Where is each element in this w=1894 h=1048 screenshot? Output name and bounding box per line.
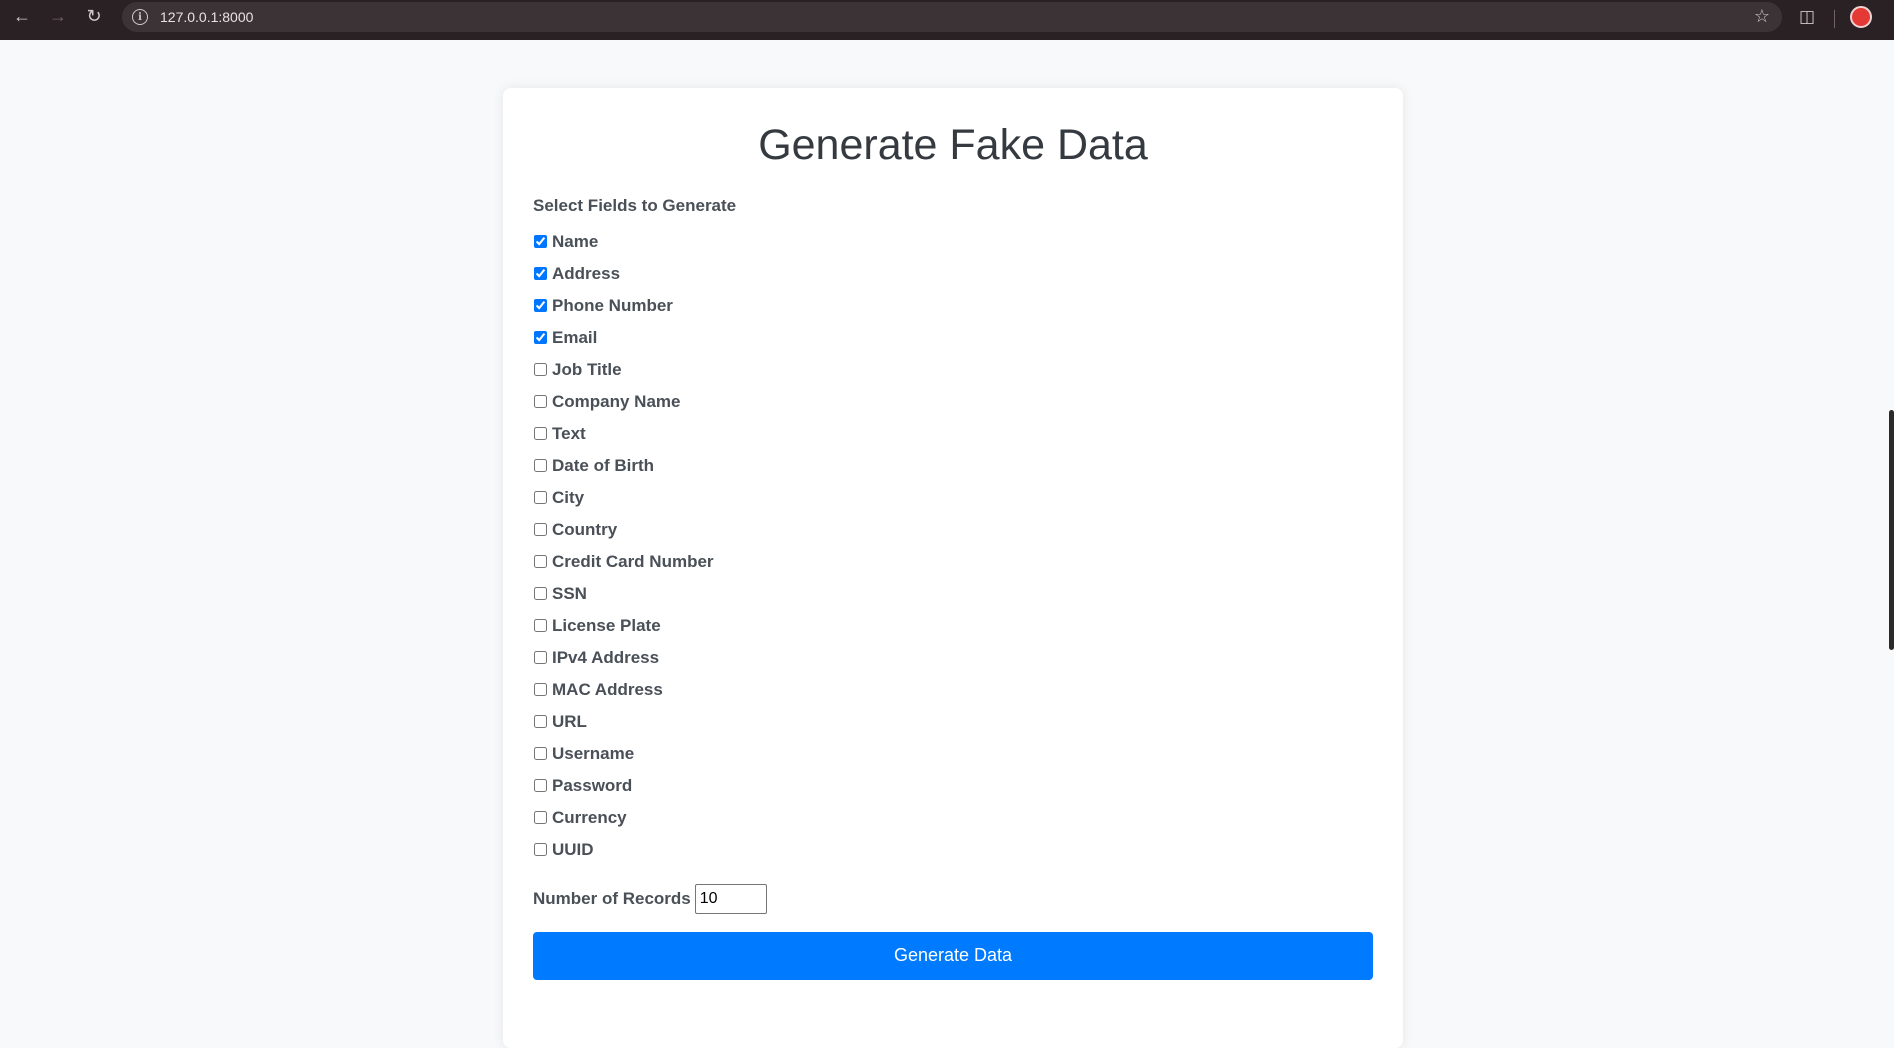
reload-button[interactable]: ↻: [76, 0, 112, 32]
field-option[interactable]: Job Title: [533, 354, 1373, 386]
field-label: Company Name: [552, 391, 681, 411]
generate-data-button[interactable]: Generate Data: [533, 931, 1373, 980]
field-label: URL: [552, 711, 587, 731]
records-row: Number of Records: [533, 883, 1373, 914]
field-option[interactable]: IPv4 Address: [533, 642, 1373, 674]
field-label: Country: [552, 519, 618, 539]
records-input[interactable]: [694, 883, 767, 914]
field-checkbox[interactable]: [534, 843, 547, 857]
field-label: Text: [552, 423, 586, 443]
field-label: Email: [552, 327, 598, 347]
site-info-icon[interactable]: i: [132, 9, 148, 25]
page-title: Generate Fake Data: [758, 121, 1148, 169]
field-option[interactable]: Email: [533, 322, 1373, 354]
field-label: Date of Birth: [552, 455, 654, 475]
records-label: Number of Records: [533, 888, 691, 908]
field-option[interactable]: City: [533, 482, 1373, 514]
field-option[interactable]: Password: [533, 770, 1373, 802]
star-icon[interactable]: ☆: [1754, 6, 1770, 27]
field-option[interactable]: SSN: [533, 578, 1373, 610]
field-checkbox[interactable]: [534, 683, 547, 697]
field-label: Password: [552, 775, 633, 795]
field-option[interactable]: Name: [533, 226, 1373, 258]
field-option[interactable]: MAC Address: [533, 674, 1373, 706]
scrollbar-thumb[interactable]: [1889, 410, 1894, 650]
field-checkbox[interactable]: [534, 555, 547, 569]
field-label: UUID: [552, 839, 594, 859]
field-label: City: [552, 487, 585, 507]
field-label: IPv4 Address: [552, 647, 660, 667]
field-checkbox[interactable]: [534, 651, 547, 665]
field-checkbox[interactable]: [534, 715, 547, 729]
field-label: Address: [552, 263, 621, 283]
field-checkbox[interactable]: [534, 427, 547, 441]
profile-avatar[interactable]: [1850, 6, 1872, 28]
field-checkbox[interactable]: [534, 235, 547, 249]
field-option[interactable]: Currency: [533, 802, 1373, 834]
field-checkbox[interactable]: [534, 299, 547, 313]
field-option[interactable]: Credit Card Number: [533, 546, 1373, 578]
browser-toolbar: ← → ↻ i 127.0.0.1:8000 ☆ ◫: [0, 0, 1894, 40]
field-option[interactable]: Address: [533, 258, 1373, 290]
field-checkbox[interactable]: [534, 779, 547, 793]
field-option[interactable]: License Plate: [533, 610, 1373, 642]
field-checkbox[interactable]: [534, 395, 547, 409]
field-checkbox[interactable]: [534, 491, 547, 505]
field-checkbox[interactable]: [534, 811, 547, 825]
field-label: Name: [552, 231, 599, 251]
field-option[interactable]: Text: [533, 418, 1373, 450]
field-label: SSN: [552, 583, 587, 603]
fields-section-label: Select Fields to Generate: [533, 195, 737, 215]
back-button[interactable]: ←: [4, 0, 40, 32]
field-checkbox[interactable]: [534, 619, 547, 633]
arrow-left-icon: ←: [13, 5, 31, 26]
address-bar[interactable]: i 127.0.0.1:8000 ☆: [122, 2, 1782, 32]
field-option[interactable]: Company Name: [533, 386, 1373, 418]
field-checkbox[interactable]: [534, 523, 547, 537]
field-option[interactable]: Country: [533, 514, 1373, 546]
field-checkbox[interactable]: [534, 267, 547, 281]
field-option[interactable]: UUID: [533, 834, 1373, 866]
field-checkbox-list: Name Address Phone Number Email Job Title Com…: [533, 226, 1373, 866]
field-label: Credit Card Number: [552, 551, 714, 571]
field-checkbox[interactable]: [534, 459, 547, 473]
field-checkbox[interactable]: [534, 747, 547, 761]
field-checkbox[interactable]: [534, 363, 547, 377]
field-label: Currency: [552, 807, 627, 827]
reload-icon: ↻: [86, 5, 102, 26]
field-option[interactable]: Date of Birth: [533, 450, 1373, 482]
form-card: Generate Fake Data Select Fields to Gene…: [503, 88, 1403, 1048]
field-label: Phone Number: [552, 295, 673, 315]
arrow-right-icon: →: [49, 5, 67, 26]
address-bar-url[interactable]: 127.0.0.1:8000: [160, 9, 253, 25]
field-option[interactable]: URL: [533, 706, 1373, 738]
field-label: Job Title: [552, 359, 622, 379]
field-checkbox[interactable]: [534, 587, 547, 601]
field-label: MAC Address: [552, 679, 663, 699]
puzzle-icon[interactable]: ◫: [1796, 6, 1818, 28]
field-label: License Plate: [552, 615, 661, 635]
field-checkbox[interactable]: [534, 331, 547, 345]
forward-button[interactable]: →: [40, 0, 76, 32]
field-label: Username: [552, 743, 635, 763]
field-option[interactable]: Username: [533, 738, 1373, 770]
field-option[interactable]: Phone Number: [533, 290, 1373, 322]
toolbar-divider: [1834, 10, 1835, 28]
